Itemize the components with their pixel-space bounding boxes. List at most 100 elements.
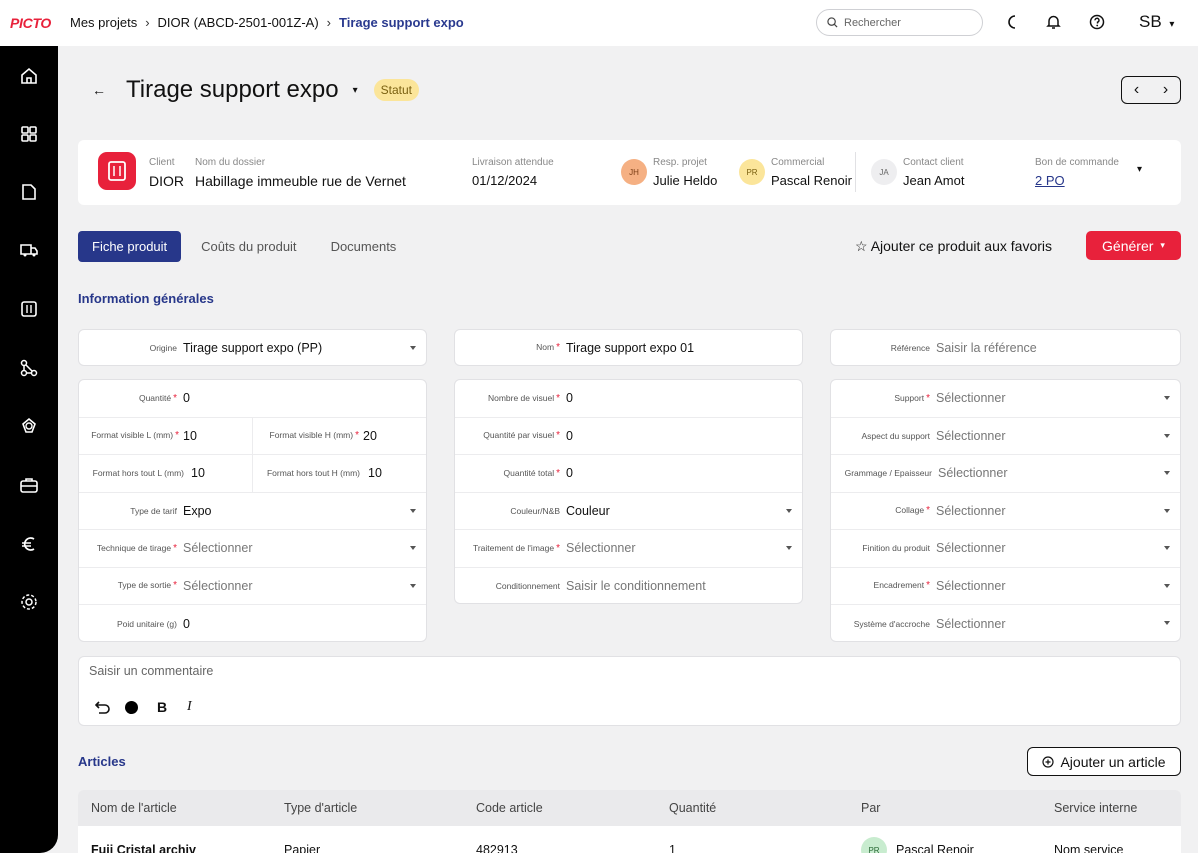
home-icon[interactable]: [19, 66, 39, 86]
tab-documents[interactable]: Documents: [331, 239, 411, 254]
generate-label: Générer: [1102, 237, 1154, 254]
italic-icon[interactable]: I: [187, 699, 192, 715]
column-header[interactable]: Code article: [476, 801, 543, 815]
document-icon[interactable]: [19, 182, 39, 202]
livraison-value: 01/12/2024: [472, 173, 538, 188]
building-icon[interactable]: [19, 299, 39, 319]
commercial-value: Pascal Renoir: [771, 173, 852, 188]
article-service: Nom service: [1054, 843, 1124, 853]
app-logo[interactable]: PICTO: [10, 15, 51, 31]
bell-icon[interactable]: [1046, 14, 1061, 30]
chevron-down-icon[interactable]: ▾: [353, 85, 358, 96]
origine-field[interactable]: Origine Tirage support expo (PP): [78, 329, 427, 366]
nb-visuel-label: Nombre de visuel *: [487, 392, 560, 404]
table-row[interactable]: Fuji Cristal archiv Papier 482913 1 PR P…: [78, 826, 1181, 853]
column-header[interactable]: Service interne: [1054, 801, 1137, 815]
support-field[interactable]: Support * Sélectionner: [831, 380, 1180, 418]
breadcrumb-dossier[interactable]: DIOR (ABCD-2501-001Z-A): [158, 15, 319, 30]
aspect-value: Sélectionner: [936, 428, 1006, 443]
collage-field[interactable]: Collage * Sélectionner: [831, 493, 1180, 530]
bold-icon[interactable]: B: [157, 699, 167, 715]
status-badge[interactable]: Statut: [373, 79, 419, 101]
sortie-field[interactable]: Type de sortie * Sélectionner: [79, 568, 426, 605]
nom-field[interactable]: Nom * Tirage support expo 01: [454, 329, 803, 366]
format-visible-row: Format visible L (mm) * 10 Format visible…: [79, 417, 426, 455]
section-title-articles: Articles: [78, 754, 126, 769]
search-input[interactable]: Rechercher: [816, 9, 983, 36]
commercial-label: Commercial: [771, 157, 825, 168]
couleur-field[interactable]: Couleur/N&B Couleur: [455, 493, 802, 530]
column-header[interactable]: Type d'article: [284, 801, 357, 815]
back-arrow-icon[interactable]: ←: [92, 82, 106, 98]
resp-label: Resp. projet: [653, 157, 707, 168]
project-info-card: Client DIOR Nom du dossier Habillage imm…: [78, 140, 1181, 205]
briefcase-icon[interactable]: [19, 475, 39, 495]
encadrement-field[interactable]: Encadrement * Sélectionner: [831, 568, 1180, 605]
next-button[interactable]: ›: [1163, 81, 1168, 99]
euro-icon[interactable]: [19, 534, 39, 554]
column-header[interactable]: Quantité: [669, 801, 716, 815]
column-header[interactable]: Par: [861, 801, 880, 815]
encadrement-label: Encadrement *: [873, 580, 930, 592]
chevron-down-icon[interactable]: ▾: [1137, 164, 1142, 175]
avatar: PR: [861, 837, 887, 853]
workflow-icon[interactable]: [19, 358, 39, 378]
undo-icon[interactable]: [95, 701, 110, 714]
comment-editor[interactable]: Saisir un commentaire B I: [78, 656, 1181, 726]
fhl-field[interactable]: Format hors tout L (mm) 10: [79, 455, 253, 492]
add-article-button[interactable]: Ajouter un article: [1027, 747, 1181, 776]
generate-button[interactable]: Générer ▾: [1086, 231, 1181, 260]
chevron-down-icon: [1164, 433, 1170, 438]
chevron-down-icon: ▾: [1169, 19, 1175, 30]
help-icon[interactable]: [1089, 14, 1105, 30]
tarif-field[interactable]: Type de tarif Expo: [79, 493, 426, 530]
fhl-value: 10: [191, 466, 205, 481]
page-title: Tirage support expo: [126, 76, 339, 103]
bdc-link[interactable]: 2 PO: [1035, 173, 1065, 188]
prev-button[interactable]: ‹: [1134, 81, 1139, 99]
accroche-label: Système d'accroche: [853, 618, 930, 629]
sidebar: [0, 46, 58, 853]
add-article-label: Ajouter un article: [1060, 753, 1166, 770]
fvh-field[interactable]: Format visible H (mm) * 20: [253, 418, 426, 455]
poids-field[interactable]: Poid unitaire (g) 0: [79, 605, 426, 643]
tab-fiche-produit[interactable]: Fiche produit: [78, 231, 182, 262]
qte-visuel-field[interactable]: Quantité par visuel * 0: [455, 418, 802, 455]
aspect-field[interactable]: Aspect du support Sélectionner: [831, 418, 1180, 455]
tarif-label: Type de tarif: [130, 505, 177, 516]
fvl-field[interactable]: Format visible L (mm) * 10: [79, 417, 253, 454]
shapes-icon[interactable]: [19, 416, 39, 436]
article-code: 482913: [476, 843, 518, 853]
grammage-field[interactable]: Grammage / Epaisseur Sélectionner: [831, 455, 1180, 493]
color-picker-icon[interactable]: [125, 701, 138, 714]
tab-couts[interactable]: Coûts du produit: [201, 239, 310, 254]
accroche-value: Sélectionner: [936, 616, 1006, 631]
dark-mode-icon[interactable]: [1005, 14, 1019, 30]
dashboard-icon[interactable]: [19, 124, 39, 144]
accroche-field[interactable]: Système d'accroche Sélectionner: [831, 605, 1180, 643]
column-header[interactable]: Nom de l'article: [91, 801, 177, 815]
qte-total-field[interactable]: Quantité total * 0: [455, 455, 802, 493]
nb-visuel-field[interactable]: Nombre de visuel * 0: [455, 380, 802, 418]
finition-field[interactable]: Finition du produit Sélectionner: [831, 530, 1180, 568]
traitement-field[interactable]: Traitement de l'image * Sélectionner: [455, 530, 802, 568]
fhh-field[interactable]: Format hors tout H (mm) 10: [253, 455, 426, 492]
origine-label: Origine: [149, 342, 177, 353]
truck-icon[interactable]: [19, 240, 39, 260]
comment-placeholder: Saisir un commentaire: [89, 664, 214, 678]
conditionnement-field[interactable]: Conditionnement Saisir le conditionnemen…: [455, 568, 802, 606]
qte-visuel-value: 0: [566, 428, 573, 443]
quantite-field[interactable]: Quantité * 0: [79, 380, 426, 418]
user-menu[interactable]: SB ▾: [1139, 12, 1174, 32]
fhh-value: 10: [368, 466, 382, 481]
chevron-down-icon: [410, 508, 416, 513]
nom-label: Nom *: [536, 342, 560, 353]
chevron-down-icon: [410, 546, 416, 550]
settings-icon[interactable]: [19, 592, 39, 612]
technique-field[interactable]: Technique de tirage * Sélectionner: [79, 530, 426, 568]
reference-field[interactable]: Référence Saisir la référence: [830, 329, 1181, 366]
fvh-value: 20: [363, 428, 377, 443]
breadcrumb-projects[interactable]: Mes projets: [70, 15, 137, 30]
favorite-button[interactable]: ☆ Ajouter ce produit aux favoris: [855, 238, 1052, 255]
qte-total-value: 0: [566, 466, 573, 481]
